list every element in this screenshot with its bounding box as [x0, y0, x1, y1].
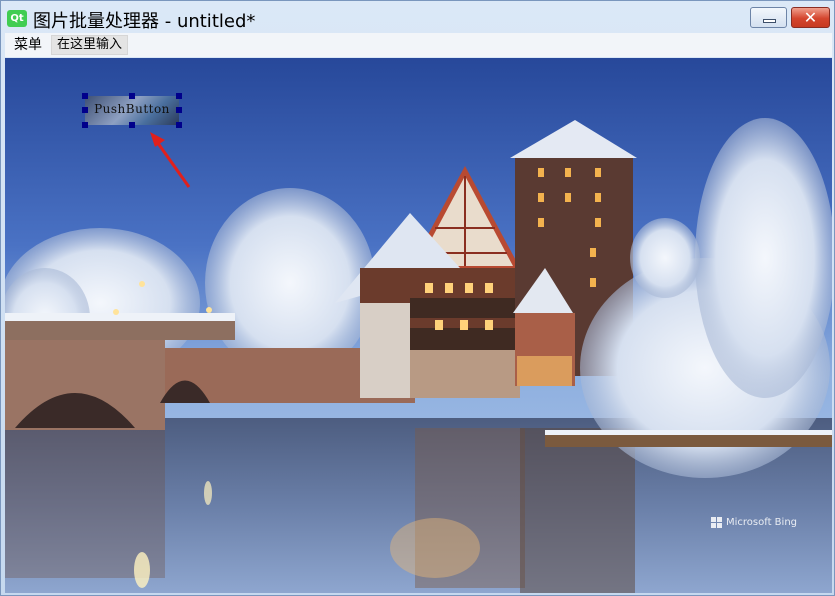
resize-handle-ne[interactable]: [176, 93, 182, 99]
bing-watermark: Microsoft Bing: [711, 517, 797, 528]
background-photo: [5, 58, 832, 593]
resize-handle-w[interactable]: [82, 107, 88, 113]
image-canvas[interactable]: PushButton Microsoft Bing: [5, 58, 832, 593]
title-bar[interactable]: Qt 图片批量处理器 - untitled* ✕: [1, 1, 834, 33]
minimize-button[interactable]: [750, 7, 787, 28]
resize-handle-se[interactable]: [176, 122, 182, 128]
close-icon: ✕: [803, 8, 818, 27]
menu-type-here[interactable]: 在这里输入: [51, 35, 129, 55]
watermark-text: Microsoft Bing: [726, 517, 798, 528]
resize-handle-nw[interactable]: [82, 93, 88, 99]
microsoft-logo-icon: [711, 517, 722, 528]
window-title: 图片批量处理器 - untitled*: [33, 11, 256, 32]
resize-handle-e[interactable]: [176, 107, 182, 113]
selected-pushbutton-item[interactable]: PushButton: [82, 93, 182, 128]
menu-main[interactable]: 菜单: [9, 35, 47, 55]
pushbutton-label: PushButton: [94, 102, 170, 116]
minimize-icon: [763, 19, 776, 23]
resize-handle-sw[interactable]: [82, 122, 88, 128]
close-button[interactable]: ✕: [791, 7, 830, 28]
menu-bar: 菜单 在这里输入: [5, 33, 832, 57]
app-window: Qt 图片批量处理器 - untitled* ✕ 菜单 在这里输入 PushBu…: [0, 0, 835, 596]
resize-handle-n[interactable]: [129, 93, 135, 99]
qt-app-icon: Qt: [7, 10, 27, 27]
resize-handle-s[interactable]: [129, 122, 135, 128]
